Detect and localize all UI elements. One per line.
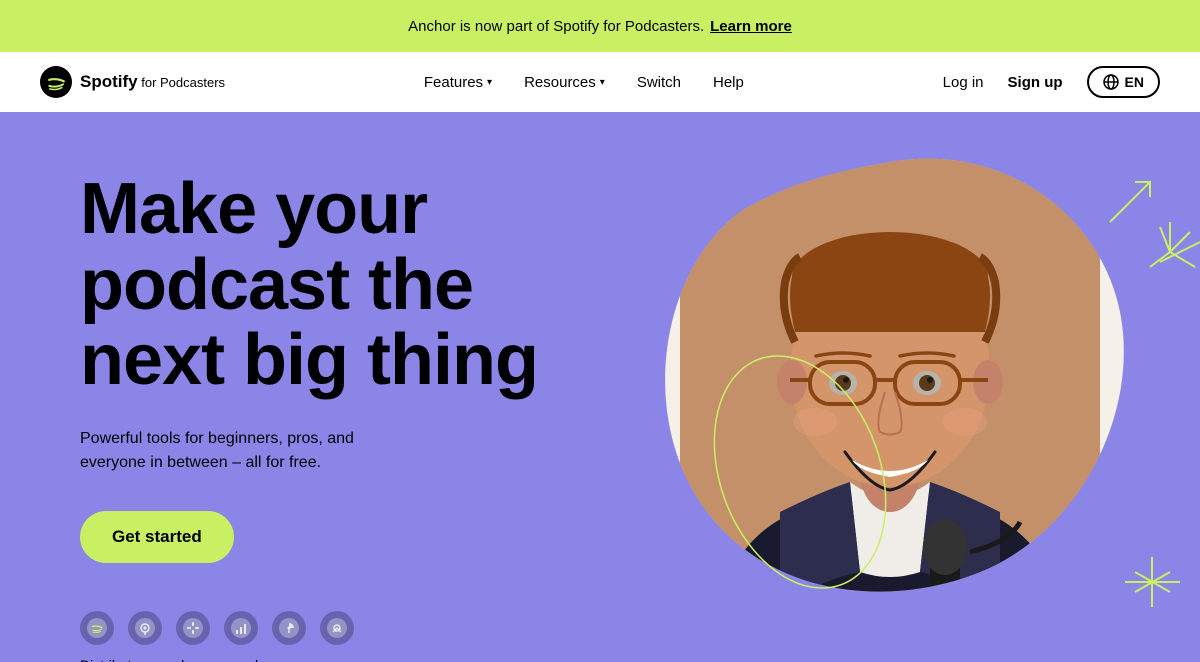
nav-item-help[interactable]: Help bbox=[713, 74, 744, 91]
pocket-casts-icon bbox=[272, 611, 306, 645]
hero-illustration bbox=[580, 112, 1200, 662]
nav-item-features[interactable]: Features ▾ bbox=[424, 74, 492, 91]
nav-item-switch[interactable]: Switch bbox=[637, 74, 681, 91]
apple-podcasts-icon bbox=[128, 611, 162, 645]
globe-icon bbox=[1103, 74, 1119, 90]
chevron-down-icon: ▾ bbox=[600, 77, 605, 88]
spotify-platform-icon bbox=[80, 611, 114, 645]
distribute-text: Distribute your show everywhere. bbox=[80, 657, 560, 662]
logo[interactable]: Spotify for Podcasters bbox=[40, 66, 225, 98]
hero-title: Make your podcast the next big thing bbox=[80, 172, 560, 399]
platform-icons bbox=[80, 611, 560, 645]
language-selector[interactable]: EN bbox=[1087, 66, 1160, 98]
chartable-icon bbox=[224, 611, 258, 645]
chevron-down-icon: ▾ bbox=[487, 77, 492, 88]
signup-link[interactable]: Sign up bbox=[1008, 74, 1063, 91]
hero-subtitle: Powerful tools for beginners, pros, and … bbox=[80, 427, 400, 475]
hero-image-area bbox=[560, 112, 1200, 662]
hero-content: Make your podcast the next big thing Pow… bbox=[80, 172, 560, 662]
hero-section: Make your podcast the next big thing Pow… bbox=[0, 112, 1200, 662]
spotify-icon bbox=[40, 66, 72, 98]
google-podcasts-icon bbox=[176, 611, 210, 645]
nav-right: Log in Sign up EN bbox=[943, 66, 1160, 98]
banner-text: Anchor is now part of Spotify for Podcas… bbox=[408, 18, 704, 35]
get-started-button[interactable]: Get started bbox=[80, 511, 234, 563]
navbar: Spotify for Podcasters Features ▾ Resour… bbox=[0, 52, 1200, 112]
login-link[interactable]: Log in bbox=[943, 74, 984, 91]
overcast-icon bbox=[320, 611, 354, 645]
learn-more-link[interactable]: Learn more bbox=[710, 18, 792, 35]
logo-text: Spotify for Podcasters bbox=[80, 72, 225, 92]
nav-item-resources[interactable]: Resources ▾ bbox=[524, 74, 605, 91]
nav-links: Features ▾ Resources ▾ Switch Help bbox=[424, 74, 744, 91]
announcement-banner: Anchor is now part of Spotify for Podcas… bbox=[0, 0, 1200, 52]
